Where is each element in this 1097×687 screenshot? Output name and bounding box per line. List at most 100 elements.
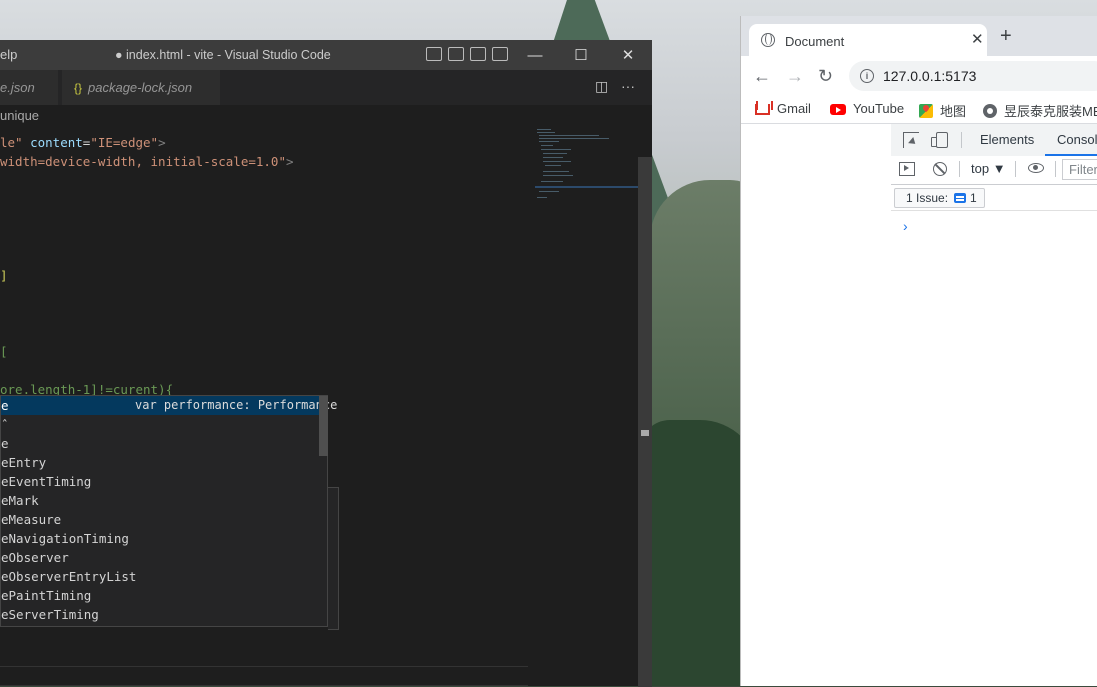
suggestion-label: ˆ <box>1 417 9 432</box>
tab-title: Document <box>785 34 845 49</box>
suggestion-label: e <box>1 398 9 413</box>
console-prompt[interactable]: › <box>903 218 908 234</box>
bookmark-mes[interactable]: 昱辰泰克服装MES <box>983 101 1097 120</box>
device-toolbar-icon[interactable] <box>931 132 948 148</box>
browser-tab[interactable]: Document ✕ <box>749 24 987 56</box>
page-viewport[interactable] <box>741 124 892 686</box>
toggle-secondary-sidebar-icon[interactable] <box>470 47 486 61</box>
globe-icon <box>761 33 775 47</box>
suggestion-item[interactable]: eServerTiming <box>1 605 319 624</box>
layout-controls <box>426 47 508 63</box>
menu-help[interactable]: elp <box>0 47 17 62</box>
back-icon[interactable]: ← <box>753 66 771 86</box>
context-select[interactable]: top ▼ <box>971 161 1006 176</box>
devtools-tabs: Elements Consol <box>891 124 1097 157</box>
suggestion-item[interactable]: eMark <box>1 491 319 510</box>
info-icon[interactable]: i <box>860 69 874 83</box>
editor-tabs: e.json {} package-lock.json ◫ ··· <box>0 70 652 105</box>
bookmark-label: Gmail <box>777 101 811 116</box>
divider <box>1055 161 1056 177</box>
split-editor-icon[interactable]: ◫ <box>595 78 608 95</box>
code-token: width=device-width, initial-scale=1.0" <box>0 154 286 169</box>
context-value: top <box>971 161 990 176</box>
filter-input[interactable]: Filter <box>1062 159 1097 180</box>
toggle-panel-icon[interactable] <box>448 47 464 61</box>
suggestion-item[interactable]: e <box>1 434 319 453</box>
dropdown-arrow-icon: ▼ <box>992 161 1006 176</box>
scrollbar-marker <box>641 430 649 436</box>
suggestion-item[interactable]: eNavigationTiming <box>1 529 319 548</box>
code-line: [ <box>0 344 8 359</box>
suggest-scrollbar[interactable] <box>319 396 328 456</box>
tab-package-lock-json[interactable]: {} package-lock.json <box>62 70 220 105</box>
issue-message-icon <box>954 193 967 203</box>
reload-icon[interactable]: ↻ <box>818 66 833 86</box>
close-tab-icon[interactable]: ✕ <box>971 30 984 48</box>
issues-bar: 1 Issue: 1 <box>891 184 1097 211</box>
toggle-sidebar-icon[interactable] <box>426 47 442 61</box>
suggestion-label: eEventTiming <box>1 474 92 489</box>
close-button[interactable]: ✕ <box>605 40 651 70</box>
console-toolbar: top ▼ Filter <box>891 156 1097 185</box>
maps-icon <box>919 104 933 118</box>
forward-icon[interactable]: → <box>786 66 804 86</box>
more-actions-icon[interactable]: ··· <box>621 78 635 94</box>
code-token: le" <box>0 135 23 150</box>
tab-elements[interactable]: Elements <box>980 124 1034 156</box>
code-token: content <box>30 135 83 150</box>
divider <box>959 161 960 177</box>
url-text[interactable]: 127.0.0.1:5173 <box>883 68 976 84</box>
tab-package-json[interactable]: e.json <box>0 70 59 105</box>
code-line: le" content="IE=edge"> <box>0 135 166 150</box>
tab-console[interactable]: Consol <box>1045 124 1097 156</box>
bookmarks-bar: Gmail YouTube 地图 昱辰泰克服装MES <box>741 96 1097 124</box>
editor-scrollbar[interactable] <box>638 157 652 687</box>
maximize-button[interactable]: ☐ <box>558 40 604 70</box>
bookmark-gmail[interactable]: Gmail <box>755 101 811 116</box>
breadcrumb-item[interactable]: unique <box>0 108 39 123</box>
bookmark-maps[interactable]: 地图 <box>919 101 966 120</box>
gmail-icon <box>755 104 770 115</box>
clear-console-icon[interactable] <box>933 162 947 176</box>
suggestion-item[interactable]: ˆ <box>1 415 319 434</box>
suggestion-item[interactable]: eObserver <box>1 548 319 567</box>
issues-button[interactable]: 1 Issue: 1 <box>894 188 985 208</box>
customize-layout-icon[interactable] <box>492 47 508 61</box>
suggestion-label: eObserverEntryList <box>1 569 137 584</box>
minimap[interactable] <box>535 127 638 217</box>
code-line: ] <box>0 268 8 283</box>
vscode-window: elp ● index.html - vite - Visual Studio … <box>0 40 652 687</box>
suggestion-item[interactable]: eEntry <box>1 453 319 472</box>
live-expression-icon[interactable] <box>1028 163 1044 173</box>
scrollbar-thumb[interactable] <box>638 157 652 687</box>
devtools-panel: Elements Consol top ▼ Filter 1 Issue: 1 › <box>891 124 1097 686</box>
suggestion-label: e <box>1 436 9 451</box>
suggestion-label: eServerTiming <box>1 607 99 622</box>
suggestion-item[interactable]: eObserverEntryList <box>1 567 319 586</box>
tab-strip: Document ✕ + <box>741 16 1097 56</box>
browser-toolbar: ← → ↻ i 127.0.0.1:5173 <box>741 56 1097 96</box>
suggestion-label: eEntry <box>1 455 47 470</box>
minimize-button[interactable]: — <box>512 40 558 70</box>
suggest-details-edge <box>328 487 339 630</box>
address-bar[interactable]: i 127.0.0.1:5173 <box>849 61 1097 91</box>
new-tab-icon[interactable]: + <box>1000 26 1012 46</box>
globe-icon <box>983 104 997 118</box>
bookmark-youtube[interactable]: YouTube <box>830 101 904 116</box>
suggestion-item[interactable]: ePaintTiming <box>1 586 319 605</box>
vscode-titlebar: elp ● index.html - vite - Visual Studio … <box>0 40 652 70</box>
bookmark-label: 地图 <box>940 104 967 119</box>
console-sidebar-icon[interactable] <box>899 162 915 176</box>
inspect-element-icon[interactable] <box>903 132 919 148</box>
suggestion-item[interactable]: e var performance: Performance <box>1 396 337 415</box>
issues-label: 1 Issue: <box>906 191 949 205</box>
json-file-icon: {} <box>74 81 83 95</box>
suggestion-item[interactable]: eMeasure <box>1 510 319 529</box>
window-title: ● index.html - vite - Visual Studio Code <box>115 48 331 62</box>
suggestion-item[interactable]: eEventTiming <box>1 472 319 491</box>
chrome-window: Document ✕ + ← → ↻ i 127.0.0.1:5173 Gmai… <box>740 16 1097 686</box>
breadcrumb[interactable]: unique <box>0 105 652 127</box>
tab-label: package-lock.json <box>88 80 193 95</box>
suggestion-label: eMark <box>1 493 39 508</box>
bookmark-label: 昱辰泰克服装MES <box>1004 104 1097 119</box>
